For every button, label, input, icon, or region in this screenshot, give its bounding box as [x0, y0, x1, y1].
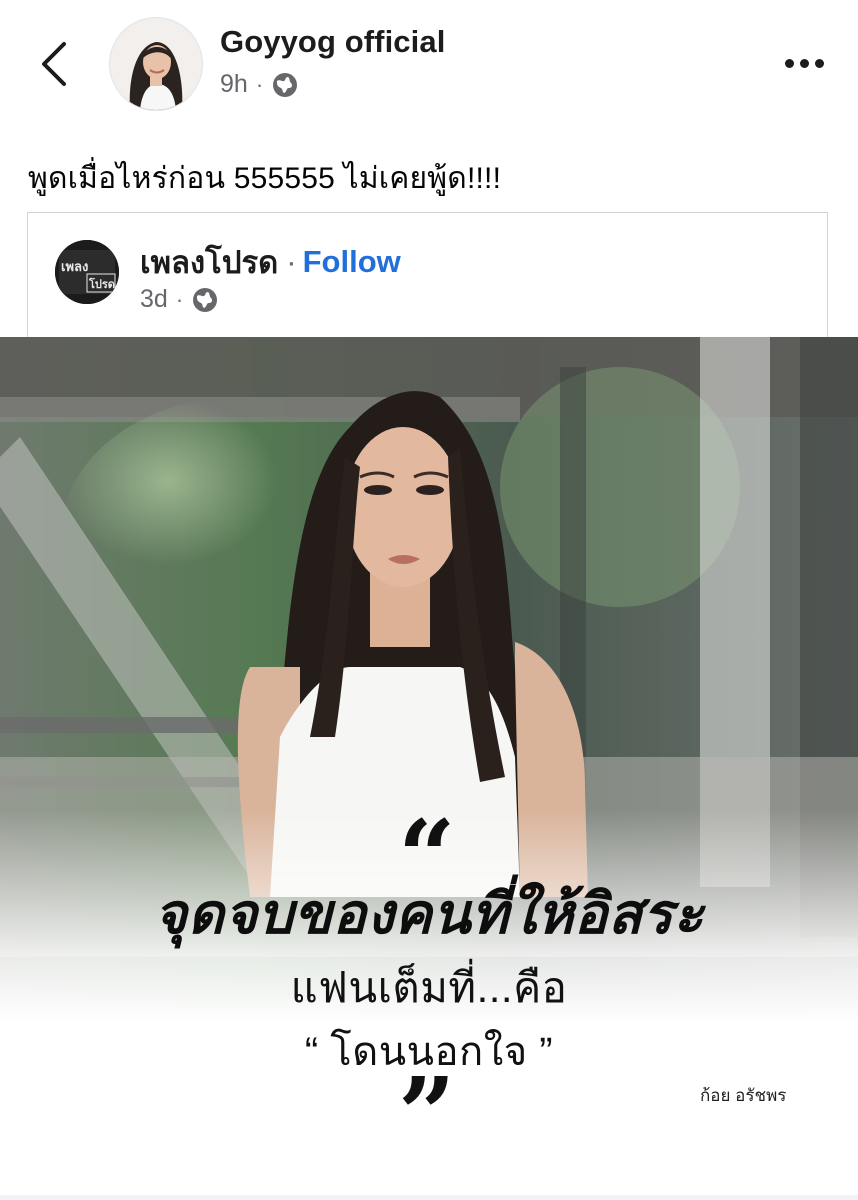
- back-button[interactable]: [30, 36, 78, 92]
- quote-overlay: “ จุดจบของคนที่ให้อิสระ แฟนเต็มที่...คือ…: [0, 337, 858, 1195]
- divider: [0, 1195, 858, 1200]
- shared-post-meta: 3d ·: [140, 285, 219, 314]
- quote-author: ก้อย อรัชพร: [700, 1086, 787, 1105]
- follow-button[interactable]: Follow: [303, 244, 401, 280]
- shared-page-name[interactable]: เพลงโปรด: [140, 237, 278, 287]
- more-horizontal-icon: [784, 58, 794, 68]
- globe-icon: [273, 72, 298, 97]
- shared-page-avatar[interactable]: เพลง โปรด: [55, 240, 119, 304]
- avatar-text-top: เพลง: [61, 260, 88, 275]
- post-image[interactable]: “ จุดจบของคนที่ให้อิสระ แฟนเต็มที่...คือ…: [0, 337, 858, 1195]
- shared-post-card[interactable]: เพลง โปรด เพลงโปรด · Follow 3d ·: [27, 212, 828, 337]
- avatar-text-bottom: โปรด: [88, 277, 115, 291]
- globe-icon: [193, 287, 218, 312]
- page-avatar[interactable]: [109, 17, 203, 111]
- meta-separator: ·: [175, 286, 184, 312]
- post-caption: พูดเมื่อไหร่ก่อน 555555 ไม่เคยพู้ด!!!!: [28, 162, 502, 195]
- shared-separator: ·: [286, 244, 297, 279]
- chevron-left-icon: [42, 42, 66, 86]
- close-quote-mark: ”: [398, 1055, 456, 1173]
- shared-name-row: เพลงโปรด · Follow: [140, 237, 401, 287]
- shared-post-time: 3d: [140, 285, 168, 313]
- post-meta: 9h ·: [220, 70, 299, 99]
- quote-headline: จุดจบของคนที่ให้อิสระ: [154, 882, 704, 945]
- post-header: Goyyog official 9h ·: [0, 0, 858, 120]
- post-time: 9h: [220, 70, 248, 98]
- more-options-button[interactable]: [780, 50, 828, 76]
- page-title[interactable]: Goyyog official: [220, 24, 445, 60]
- quote-subline: แฟนเต็มที่...คือ: [290, 964, 568, 1011]
- meta-separator: ·: [255, 71, 264, 97]
